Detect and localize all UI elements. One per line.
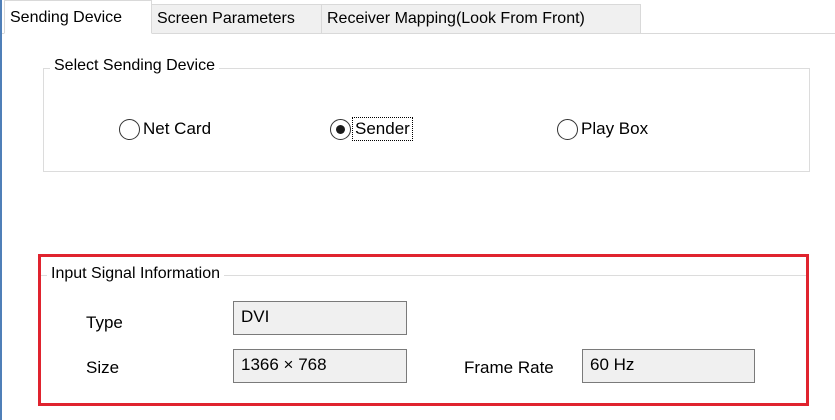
net-card-radio[interactable]: Net Card bbox=[119, 117, 211, 141]
radio-checked-icon bbox=[330, 118, 351, 140]
radio-unchecked-icon bbox=[119, 118, 140, 140]
sender-label: Sender bbox=[352, 117, 413, 141]
play-box-radio[interactable]: Play Box bbox=[557, 117, 648, 141]
tab-sending-device[interactable]: Sending Device bbox=[4, 0, 152, 34]
net-card-label: Net Card bbox=[143, 119, 212, 138]
sender-radio[interactable]: Sender bbox=[330, 117, 413, 141]
play-box-label: Play Box bbox=[581, 119, 649, 138]
radio-unchecked-icon bbox=[557, 118, 578, 140]
tab-screen-parameters[interactable]: Screen Parameters bbox=[151, 4, 322, 33]
select-sending-device-title: Select Sending Device bbox=[50, 57, 219, 75]
highlight-outline bbox=[38, 254, 809, 406]
tab-receiver-mapping[interactable]: Receiver Mapping(Look From Front) bbox=[321, 4, 641, 33]
